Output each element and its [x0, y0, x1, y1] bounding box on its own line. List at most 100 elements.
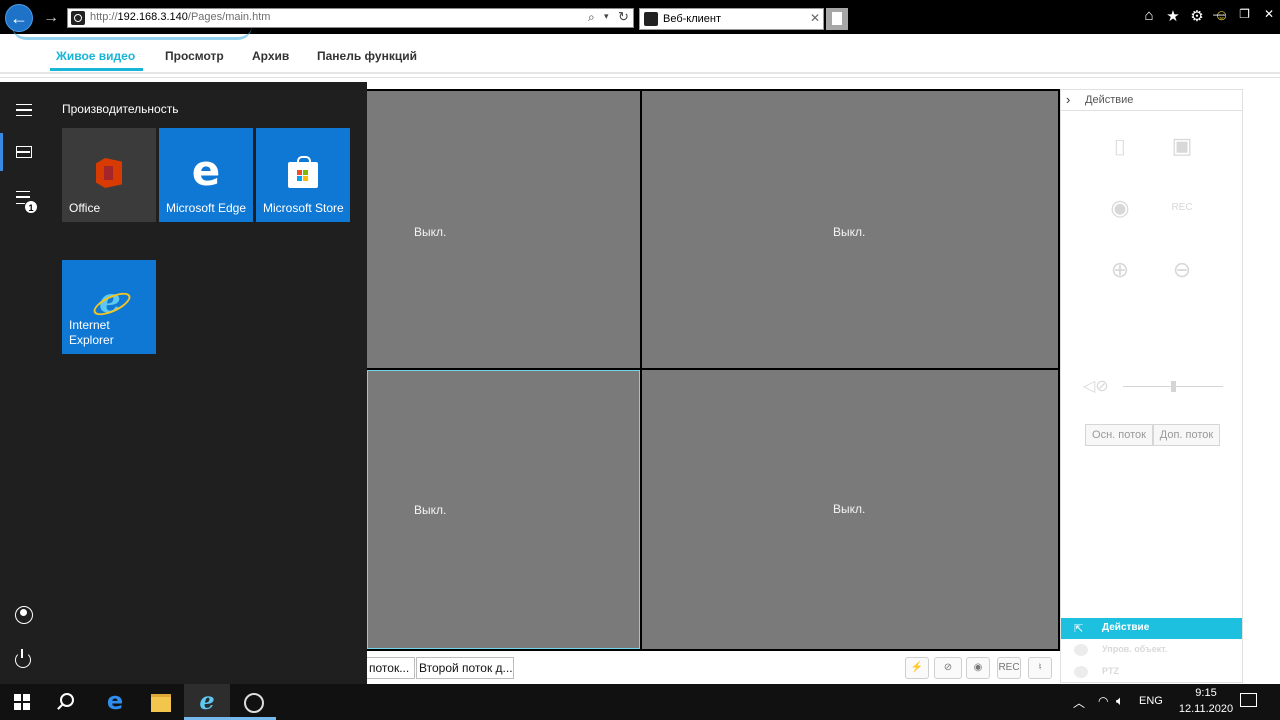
- mute-icon[interactable]: ◁⊘: [1083, 376, 1109, 396]
- chevron-up-icon[interactable]: ︿: [1073, 694, 1085, 711]
- tile-internet-explorer[interactable]: e Internet Explorer: [62, 260, 156, 354]
- tab-function-panel[interactable]: Панель функций: [317, 49, 417, 63]
- tile-label: Office: [69, 201, 101, 215]
- minimize-icon[interactable]: —: [1213, 7, 1225, 21]
- edge-taskbar-icon[interactable]: e: [92, 684, 138, 720]
- video-cell[interactable]: Выкл.: [642, 91, 1058, 368]
- menu-item-label: Действие: [1102, 622, 1150, 633]
- notifications-icon[interactable]: [1240, 693, 1257, 707]
- rec-icon[interactable]: REC: [1165, 192, 1199, 224]
- close-window-icon[interactable]: ✕: [1264, 7, 1274, 21]
- tab-title: Веб-клиент: [663, 13, 722, 25]
- search-icon[interactable]: ⌕: [588, 10, 595, 25]
- clock-date[interactable]: 12.11.2020: [1172, 703, 1240, 715]
- internet-explorer-icon: e: [94, 284, 126, 318]
- active-indicator: [0, 133, 3, 171]
- video-cell-selected[interactable]: Выкл.: [367, 370, 640, 649]
- right-panel: › Действие ⌷ ▣ ◉ REC ⊕ ⊖ ◁⊘ Осн. поток Д…: [1060, 89, 1243, 683]
- main-stream-toggle[interactable]: Осн. поток: [1085, 424, 1153, 446]
- object-icon: [1074, 644, 1088, 656]
- video-grid: Выкл. Выкл. Выкл. Выкл.: [367, 89, 1060, 651]
- start-menu-rail: 1: [0, 82, 48, 684]
- stream-bar: поток... Второй поток д... ⚡ ⊘ ◉ REC ♮: [367, 655, 1060, 683]
- ptz-icon: [1074, 666, 1088, 678]
- taskbar: e e ︿ ◠ 🔈︎ ENG 9:15 12.11.2020: [0, 684, 1280, 720]
- zoom-in-icon[interactable]: ⊕: [1103, 254, 1137, 286]
- store-icon: [288, 156, 318, 188]
- menu-item-action[interactable]: ⇱ Действие: [1061, 618, 1242, 639]
- zoom-out-icon[interactable]: ⊖: [1165, 254, 1199, 286]
- mic-icon[interactable]: ♮: [1028, 657, 1052, 679]
- divider: [0, 77, 1280, 78]
- menu-item-object-control[interactable]: Упров. объект.: [1102, 644, 1167, 654]
- record-icon[interactable]: ◉: [1103, 192, 1137, 224]
- gear-icon[interactable]: ⚙: [1190, 7, 1204, 25]
- new-tab-button[interactable]: [826, 8, 848, 30]
- snapshot-icon[interactable]: ⚡: [905, 657, 929, 679]
- image-settings-icon[interactable]: ▣: [1165, 130, 1199, 162]
- tab-favicon-icon: [644, 12, 658, 26]
- edge-icon: e: [191, 146, 221, 195]
- tab-archive[interactable]: Архив: [252, 49, 289, 63]
- camera-off-icon[interactable]: ⊘: [934, 657, 962, 679]
- camera-icon[interactable]: ⌷: [1103, 132, 1137, 164]
- obs-icon[interactable]: [230, 684, 276, 720]
- tile-label: Internet Explorer: [69, 318, 114, 347]
- volume-icon[interactable]: 🔈︎: [1116, 693, 1124, 709]
- tile-microsoft-edge[interactable]: e Microsoft Edge: [159, 128, 253, 222]
- tile-label: Microsoft Edge: [166, 201, 247, 215]
- chevron-right-icon[interactable]: ›: [1066, 92, 1070, 107]
- right-panel-header[interactable]: › Действие: [1061, 90, 1242, 111]
- tile-office[interactable]: Office: [62, 128, 156, 222]
- hamburger-icon[interactable]: [16, 104, 32, 116]
- clock-time[interactable]: 9:15: [1188, 687, 1224, 699]
- home-icon[interactable]: ⌂: [1142, 7, 1156, 25]
- video-cell[interactable]: Выкл.: [642, 370, 1058, 649]
- tile-label: Microsoft Store: [263, 201, 344, 215]
- search-icon[interactable]: [60, 693, 74, 707]
- language-indicator[interactable]: ENG: [1139, 695, 1163, 707]
- close-icon[interactable]: ✕: [810, 11, 820, 25]
- active-tab-indicator: [50, 68, 143, 71]
- refresh-icon[interactable]: ↻: [618, 9, 629, 25]
- tab-view[interactable]: Просмотр: [165, 49, 224, 63]
- video-cell-status: Выкл.: [414, 503, 447, 517]
- record-icon[interactable]: ◉: [966, 657, 990, 679]
- url-path: /Pages/main.htm: [187, 11, 271, 23]
- address-bar[interactable]: http://192.168.3.140/Pages/main.htm ⌕ ▾ …: [67, 8, 634, 28]
- rec-icon[interactable]: REC: [997, 657, 1021, 679]
- start-menu: 1 Производительность Office e Microsoft …: [0, 82, 367, 684]
- address-url[interactable]: http://192.168.3.140/Pages/main.htm: [90, 11, 270, 23]
- app-header: Живое видео Просмотр Архив Панель функци…: [0, 34, 1280, 74]
- tiles-icon[interactable]: [16, 146, 32, 158]
- site-favicon-icon: [71, 11, 85, 25]
- volume-slider-handle[interactable]: [1171, 381, 1176, 392]
- windows-start-icon[interactable]: [14, 694, 30, 710]
- action-icon: ⇱: [1074, 623, 1084, 635]
- internet-explorer-taskbar-icon[interactable]: e: [184, 684, 230, 720]
- power-icon[interactable]: [15, 649, 31, 668]
- tile-group-title: Производительность: [62, 102, 179, 116]
- tile-microsoft-store[interactable]: Microsoft Store: [256, 128, 350, 222]
- second-stream-button[interactable]: Второй поток д...: [416, 657, 514, 679]
- video-cell-status: Выкл.: [414, 225, 447, 239]
- browser-tab[interactable]: Веб-клиент ✕: [639, 8, 824, 30]
- video-cell[interactable]: Выкл.: [367, 91, 640, 368]
- right-panel-title: Действие: [1085, 94, 1134, 106]
- url-host: 192.168.3.140: [117, 11, 188, 23]
- url-prefix: http://: [90, 11, 118, 23]
- network-icon[interactable]: ◠: [1098, 694, 1108, 708]
- office-icon: [96, 158, 122, 188]
- restore-icon[interactable]: ❐: [1239, 7, 1250, 21]
- menu-item-ptz[interactable]: PTZ: [1102, 666, 1119, 676]
- main-stream-button[interactable]: поток...: [367, 657, 415, 679]
- user-icon[interactable]: [15, 606, 33, 624]
- extra-stream-toggle[interactable]: Доп. поток: [1153, 424, 1220, 446]
- file-explorer-icon[interactable]: [138, 684, 184, 720]
- logo: [12, 26, 252, 40]
- notification-badge: 1: [24, 200, 38, 214]
- video-cell-status: Выкл.: [833, 502, 866, 516]
- tab-live-video[interactable]: Живое видео: [56, 49, 135, 63]
- chevron-down-icon[interactable]: ▾: [604, 11, 609, 22]
- star-icon[interactable]: ★: [1166, 7, 1180, 25]
